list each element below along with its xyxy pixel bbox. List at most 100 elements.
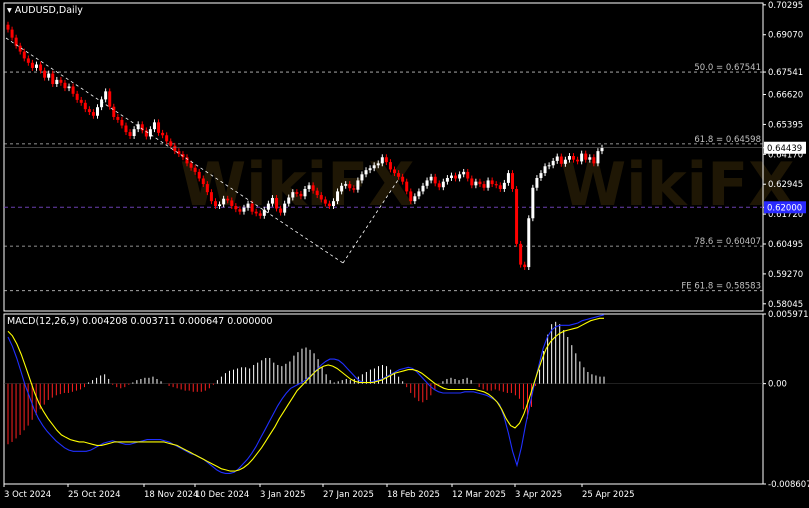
fib-level-label: 50.0 = 0.67541 <box>694 63 761 73</box>
candle-body <box>96 107 100 116</box>
candle-body <box>413 196 417 202</box>
candle-body <box>218 204 222 207</box>
candle-body <box>173 145 177 152</box>
date-tick-label: 18 Nov 2024 <box>144 490 198 500</box>
price-tick-label: 0.67541 <box>768 68 803 78</box>
fib-level-label: 78.6 = 0.60407 <box>694 237 761 247</box>
candle-body <box>279 208 283 213</box>
candle-body <box>315 190 319 196</box>
price-tick-label: 0.62945 <box>768 180 803 190</box>
watermark-text: WikiFX <box>180 150 414 220</box>
candle-body <box>307 185 311 189</box>
candle-body <box>262 209 266 216</box>
candle-body <box>405 181 409 192</box>
candle-body <box>559 156 563 164</box>
candle-body <box>506 173 510 183</box>
candle-body <box>75 93 79 100</box>
candle-body <box>336 191 340 202</box>
candle-body <box>462 171 466 175</box>
candle-body <box>299 193 303 197</box>
candle-body <box>510 173 514 189</box>
candle-body <box>531 187 535 219</box>
candle-body <box>454 175 458 179</box>
candle-body <box>128 132 132 137</box>
candle-body <box>567 156 571 160</box>
candle-body <box>30 62 34 68</box>
candle-body <box>230 200 234 207</box>
candle-body <box>425 180 429 186</box>
candle-body <box>523 264 527 268</box>
candle-body <box>417 191 421 197</box>
candle-body <box>246 203 250 208</box>
candle-body <box>104 91 108 100</box>
date-tick-label: 3 Apr 2025 <box>515 490 562 500</box>
candle-body <box>132 129 136 137</box>
candle-body <box>205 184 209 193</box>
candle-body <box>458 174 462 179</box>
candle-body <box>22 51 26 59</box>
candle-body <box>152 122 156 130</box>
candle-body <box>393 169 397 174</box>
macd-tick-label: 0.00 <box>768 380 787 390</box>
chart-window[interactable]: WikiFX WikiFX 0.70295 0.69070 0.67541 0.66620… <box>0 0 809 505</box>
candle-body <box>71 86 75 94</box>
candle-body <box>323 199 327 204</box>
candle-body <box>319 195 323 200</box>
chart-canvas[interactable]: WikiFX WikiFX0.702950.690700.675410.66620… <box>0 0 809 505</box>
candle-body <box>83 102 87 110</box>
candle-body <box>600 147 604 152</box>
candle-body <box>515 188 519 244</box>
candle-body <box>67 86 71 89</box>
candle-body <box>43 70 47 78</box>
candle-body <box>437 183 441 188</box>
candle-body <box>136 124 140 130</box>
candle-body <box>482 184 486 188</box>
candle-body <box>551 160 555 166</box>
candle-body <box>449 175 453 178</box>
price-tick-label: 0.60495 <box>768 240 803 250</box>
candle-body <box>494 184 498 186</box>
candle-body <box>258 213 262 216</box>
macd-tick-label: 0.005971 <box>768 310 809 320</box>
candle-body <box>120 119 124 126</box>
candle-body <box>421 185 425 192</box>
candle-body <box>270 198 274 204</box>
price-tick-label: 0.65395 <box>768 120 803 130</box>
current-price-tag-text: 0.64439 <box>767 144 802 154</box>
candle-body <box>519 243 523 265</box>
candle-body <box>10 29 14 38</box>
candle-body <box>222 198 226 205</box>
candle-body <box>364 170 368 175</box>
date-tick-label: 3 Jan 2025 <box>260 490 306 500</box>
candle-body <box>356 180 360 190</box>
candle-body <box>79 99 83 103</box>
candle-body <box>91 112 95 116</box>
signal-line <box>7 317 604 472</box>
symbol-text: AUDUSD,Daily <box>14 5 83 16</box>
candle-body <box>401 176 405 182</box>
candle-body <box>250 203 254 212</box>
candle-body <box>535 177 539 188</box>
candle-body <box>100 99 104 108</box>
candle-body <box>189 163 193 168</box>
candle-body <box>275 198 279 209</box>
price-tick-label: 0.69070 <box>768 31 803 41</box>
candle-body <box>397 173 401 177</box>
candle-body <box>372 165 376 169</box>
candle-body <box>26 58 30 63</box>
candle-body <box>478 181 482 185</box>
candle-body <box>6 24 10 30</box>
candle-body <box>108 91 112 107</box>
date-tick-label: 3 Oct 2024 <box>4 490 51 500</box>
date-tick-label: 18 Feb 2025 <box>387 490 440 500</box>
date-tick-label: 27 Jan 2025 <box>323 490 374 500</box>
symbol-label: ▾ AUDUSD,Daily <box>7 5 83 16</box>
candle-body <box>576 159 580 162</box>
candle-body <box>498 185 502 189</box>
date-tick-label: 25 Apr 2025 <box>582 490 635 500</box>
candle-body <box>124 125 128 133</box>
candle-body <box>490 180 494 185</box>
candle-body <box>441 181 445 188</box>
candle-body <box>539 173 543 178</box>
candle-body <box>303 188 307 197</box>
